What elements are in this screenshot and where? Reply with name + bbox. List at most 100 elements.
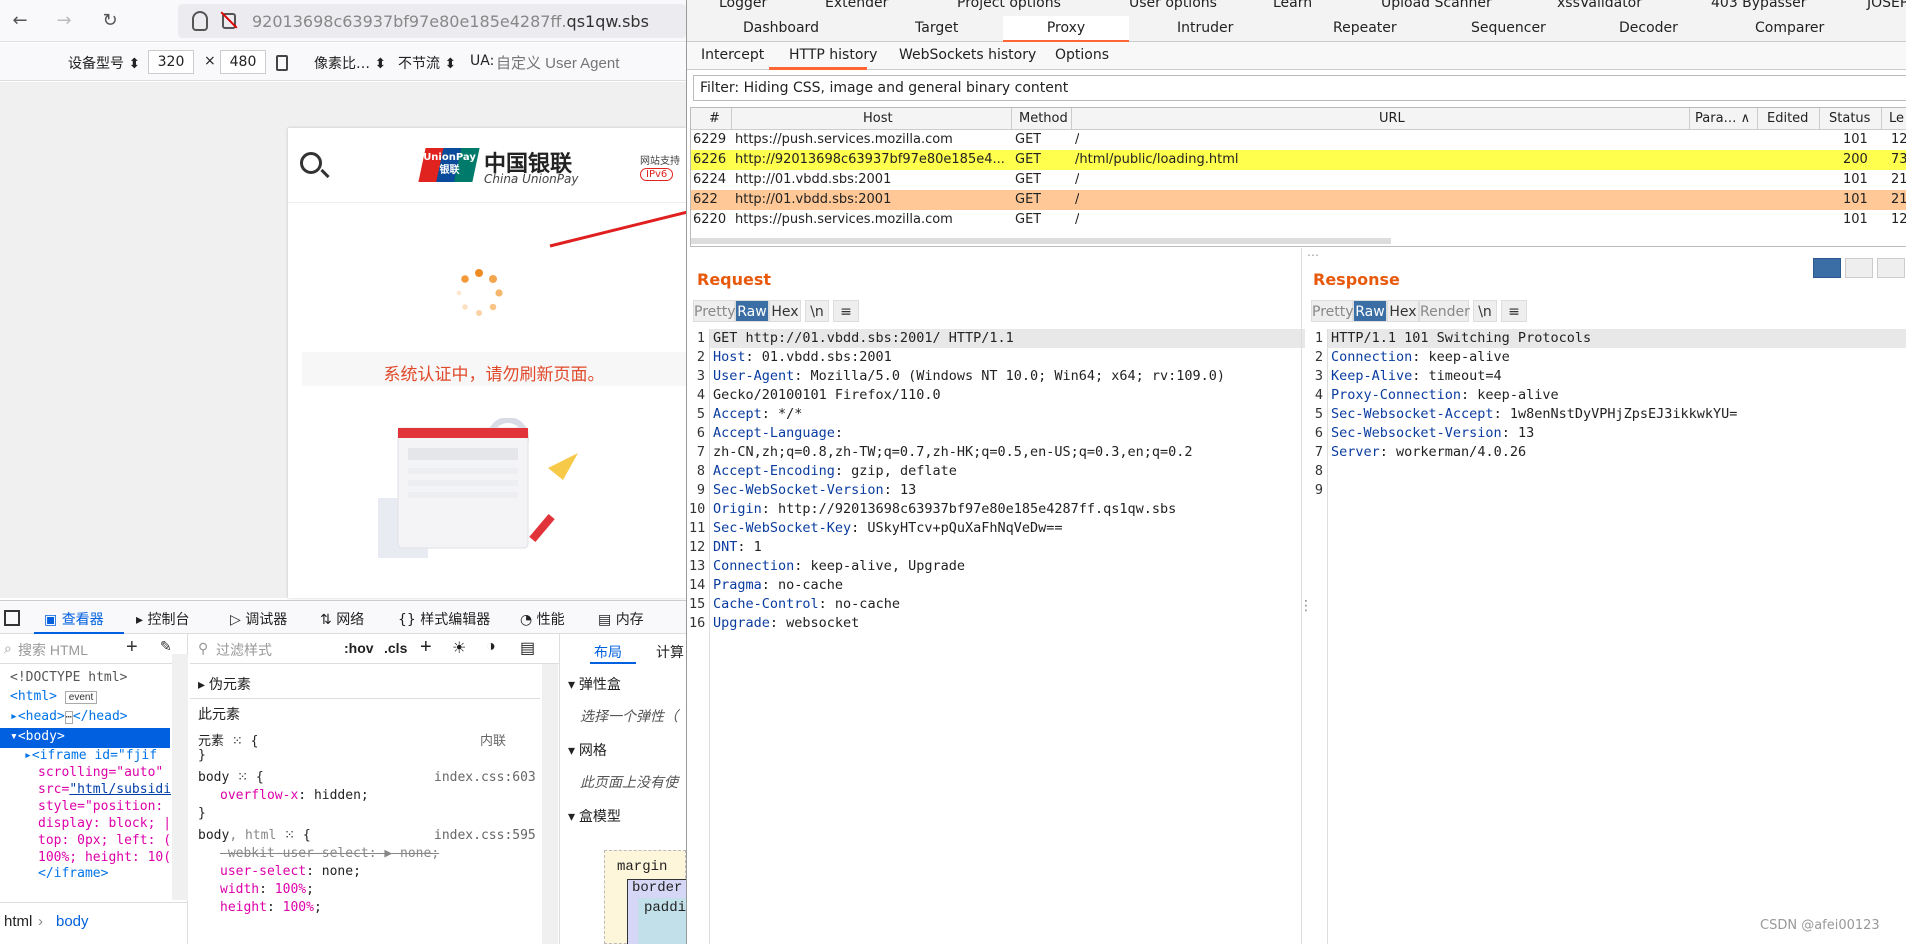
tab-network[interactable]: ⇅ 网络 (320, 609, 364, 629)
url-bar[interactable]: 92013698c63937bf97e80e185e4287ff.qs1qw.s… (178, 4, 686, 38)
table-row-highlighted-yellow[interactable]: 6226 http://92013698c63937bf97e80e185e4.… (691, 150, 1906, 170)
iframe-node[interactable]: ▸<iframe id="fjif (24, 748, 157, 763)
tab-learn[interactable]: Learn (1273, 0, 1312, 11)
request-hex-button[interactable]: Hex (769, 300, 801, 322)
split-vertical-icon[interactable] (1845, 258, 1873, 278)
request-line[interactable]: Connection: keep-alive, Upgrade (713, 557, 1225, 576)
response-hex-button[interactable]: Hex (1387, 300, 1419, 322)
table-h-scrollbar[interactable] (691, 238, 1391, 244)
flexbox-section[interactable]: ▾ 弹性盒 (568, 674, 621, 694)
request-body[interactable]: GET http://01.vbdd.sbs:2001/ HTTP/1.1 Hos… (713, 329, 1225, 671)
pixel-ratio-select[interactable]: 像素比… ⬍ (314, 53, 386, 73)
user-agent-input[interactable] (496, 51, 686, 75)
response-menu-icon[interactable]: ≡ (1501, 300, 1527, 322)
rotate-icon[interactable] (276, 55, 288, 71)
request-line[interactable]: Upgrade: websocket (713, 614, 1225, 633)
response-line[interactable]: Sec-Websocket-Version: 13 (1331, 424, 1737, 443)
tab-sequencer[interactable]: Sequencer (1471, 20, 1546, 36)
tab-dashboard[interactable]: Dashboard (743, 20, 819, 36)
tabbed-view-icon[interactable] (1877, 258, 1905, 278)
css-filter-input[interactable]: 过滤样式 (216, 640, 272, 660)
overflow-x-decl[interactable]: overflow-x: hidden; (220, 788, 369, 803)
response-line[interactable] (1331, 462, 1737, 481)
grid-section[interactable]: ▾ 网格 (568, 740, 607, 760)
rule-body-html-selector[interactable]: body, html ⁙ { (198, 828, 311, 843)
request-line[interactable]: Accept-Encoding: gzip, deflate (713, 462, 1225, 481)
response-line[interactable]: Connection: keep-alive (1331, 348, 1737, 367)
table-row[interactable]: 6220 https://push.services.mozilla.com G… (691, 210, 1906, 230)
tab-extender[interactable]: Extender (825, 0, 888, 11)
request-line[interactable]: Sec-WebSocket-Version: 13 (713, 481, 1225, 500)
tab-comparer[interactable]: Comparer (1755, 20, 1824, 36)
col-host[interactable]: Host (863, 111, 893, 126)
request-line[interactable]: Gecko/20100101 Firefox/110.0 (713, 386, 1225, 405)
tab-403-bypasser[interactable]: 403 Bypasser (1711, 0, 1806, 11)
request-line[interactable]: DNT: 1 (713, 538, 1225, 557)
tab-style-editor[interactable]: {} 样式编辑器 (398, 609, 490, 629)
request-line[interactable]: Accept: */* (713, 405, 1225, 424)
device-select[interactable]: 设备型号 ⬍ (68, 53, 140, 73)
css-scrollbar[interactable] (542, 664, 558, 944)
tab-inspector[interactable]: ▣ 查看器 (44, 609, 104, 629)
request-pretty-button[interactable]: Pretty (693, 300, 736, 322)
rule-source-603[interactable]: index.css:603 (434, 770, 536, 785)
response-body[interactable]: HTTP/1.1 101 Switching Protocols Connecti… (1331, 329, 1737, 500)
webkit-user-select-decl[interactable]: -webkit-user-select: ▶ none; (220, 846, 439, 861)
tab-upload-scanner[interactable]: Upload Scanner (1381, 0, 1492, 11)
tab-logger[interactable]: Logger (719, 0, 767, 11)
split-horizontal-icon[interactable] (1813, 258, 1841, 278)
col-params[interactable]: Para… ∧ (1695, 111, 1750, 126)
light-mode-icon[interactable]: ☀ (452, 638, 466, 658)
col-method[interactable]: Method (1019, 111, 1068, 126)
breadcrumb-body[interactable]: body (56, 913, 89, 930)
head-node[interactable]: ▸<head>⋯</head> (10, 709, 128, 724)
request-line[interactable] (713, 633, 1225, 652)
response-line[interactable]: HTTP/1.1 101 Switching Protocols (1331, 329, 1737, 348)
rule-source-595[interactable]: index.css:595 (434, 828, 536, 843)
width-input[interactable]: 320 (148, 50, 194, 74)
dark-mode-icon[interactable]: ◑ (486, 638, 496, 656)
col-length[interactable]: Le (1889, 111, 1904, 126)
request-line[interactable]: GET http://01.vbdd.sbs:2001/ HTTP/1.1 (713, 329, 1225, 348)
width-decl[interactable]: width: 100%; (220, 882, 314, 897)
tab-computed[interactable]: 计算 (656, 642, 684, 662)
tab-decoder[interactable]: Decoder (1619, 20, 1678, 36)
tab-target[interactable]: Target (915, 20, 958, 36)
col-edited[interactable]: Edited (1767, 111, 1808, 126)
response-line[interactable]: Server: workerman/4.0.26 (1331, 443, 1737, 462)
doctype-line[interactable]: <!DOCTYPE html> (10, 670, 127, 685)
reload-icon[interactable]: ↻ (98, 9, 122, 33)
request-newline-button[interactable]: \n (805, 300, 829, 322)
throttle-select[interactable]: 不节流 ⬍ (398, 53, 456, 73)
request-line[interactable]: Pragma: no-cache (713, 576, 1225, 595)
table-row[interactable]: 6224 http://01.vbdd.sbs:2001 GET / 101 2… (691, 170, 1906, 190)
request-line[interactable]: Cache-Control: no-cache (713, 595, 1225, 614)
tab-performance[interactable]: ◔ 性能 (520, 609, 565, 629)
table-row[interactable]: 6229 https://push.services.mozilla.com G… (691, 130, 1906, 150)
history-filter-bar[interactable]: Filter: Hiding CSS, image and general bi… (693, 75, 1906, 101)
element-rule[interactable]: 元素 ⁙ { (198, 730, 258, 749)
response-line[interactable]: Proxy-Connection: keep-alive (1331, 386, 1737, 405)
html-node[interactable]: <html> event (10, 689, 98, 704)
tab-user-options[interactable]: User options (1129, 0, 1217, 11)
tab-http-history[interactable]: HTTP history (789, 47, 877, 63)
cls-toggle[interactable]: .cls (384, 640, 407, 656)
shield-icon[interactable] (192, 11, 208, 31)
breadcrumb-html[interactable]: html (4, 913, 32, 930)
add-rule-icon[interactable]: + (420, 636, 432, 659)
forward-icon[interactable]: → (52, 9, 76, 33)
panel-drag-handle-icon[interactable]: ⋮ (1299, 598, 1313, 614)
tab-websockets-history[interactable]: WebSockets history (899, 47, 1036, 63)
request-line[interactable]: User-Agent: Mozilla/5.0 (Windows NT 10.0… (713, 367, 1225, 386)
request-line[interactable]: zh-CN,zh;q=0.8,zh-TW;q=0.7,zh-HK;q=0.5,e… (713, 443, 1225, 462)
response-line[interactable]: Sec-Websocket-Accept: 1w8enNstDyVPHjZpsE… (1331, 405, 1737, 424)
request-line[interactable]: Origin: http://92013698c63937bf97e80e185… (713, 500, 1225, 519)
html-search-input[interactable]: 搜索 HTML (18, 640, 88, 660)
tab-intruder[interactable]: Intruder (1177, 20, 1233, 36)
pseudo-elements-toggle[interactable]: ▸ 伪元素 (198, 674, 251, 694)
response-raw-button[interactable]: Raw (1353, 300, 1387, 322)
box-model-section[interactable]: ▾ 盒模型 (568, 806, 621, 826)
url-text[interactable]: 92013698c63937bf97e80e185e4287ff.qs1qw.s… (252, 12, 649, 31)
tab-project-options[interactable]: Project options (957, 0, 1061, 11)
eyedropper-icon[interactable]: ✎ (160, 638, 172, 655)
